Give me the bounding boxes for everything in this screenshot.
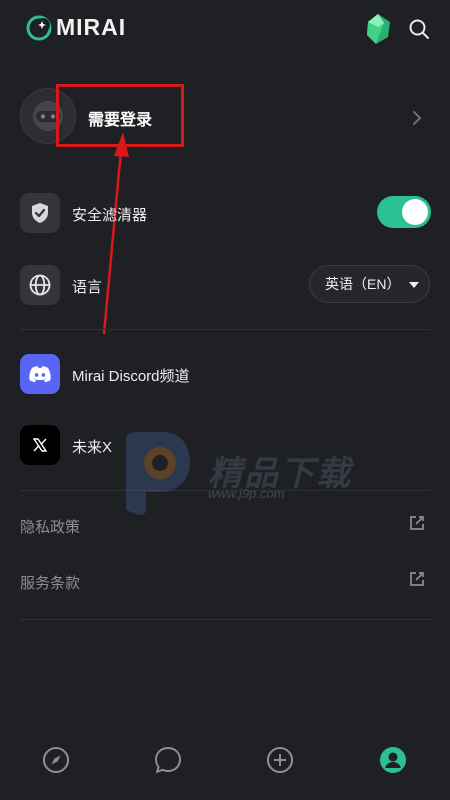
x-logo-icon [20, 425, 60, 465]
mirai-logo-icon [26, 15, 52, 40]
annotation-box [56, 84, 184, 147]
language-row: 语言 英语（EN） [0, 265, 450, 309]
external-link-icon[interactable] [408, 514, 426, 532]
shield-icon [20, 193, 60, 233]
chat-bubble-icon [155, 747, 181, 773]
safety-filter-label: 安全滤清器 [72, 207, 148, 224]
globe-icon [20, 265, 60, 305]
toggle-knob [402, 199, 428, 225]
terms-link[interactable]: 服务条款 [20, 572, 80, 593]
nav-chat[interactable] [152, 744, 184, 776]
safety-filter-row: 安全滤清器 [0, 193, 450, 237]
external-link-icon[interactable] [408, 570, 426, 588]
chevron-right-icon[interactable] [410, 108, 424, 128]
language-select[interactable]: 英语（EN） [309, 265, 430, 303]
caret-down-icon [409, 282, 419, 288]
app-logo[interactable]: MIRAI [26, 14, 126, 41]
language-label: 语言 [72, 279, 103, 296]
safety-filter-toggle[interactable] [377, 196, 431, 228]
language-selected-value: 英语（EN） [325, 276, 401, 292]
x-label: 未来X [72, 439, 113, 456]
app-name: MIRAI [56, 14, 127, 40]
discord-icon [20, 354, 60, 394]
terms-row[interactable]: 服务条款 [0, 568, 450, 598]
top-bar: MIRAI [0, 0, 450, 60]
search-icon[interactable] [408, 18, 430, 40]
bottom-nav [0, 736, 450, 786]
privacy-policy-row[interactable]: 隐私政策 [0, 512, 450, 542]
plus-circle-icon [267, 747, 293, 773]
compass-icon [43, 747, 69, 773]
discord-label: Mirai Discord频道 [72, 368, 190, 385]
watermark-url: www.j9p.com [208, 486, 285, 501]
nav-create[interactable] [264, 744, 296, 776]
privacy-policy-link[interactable]: 隐私政策 [20, 516, 80, 537]
nav-explore[interactable] [40, 744, 72, 776]
discord-row[interactable]: Mirai Discord频道 [0, 354, 450, 398]
nav-profile[interactable] [377, 744, 409, 776]
divider [20, 329, 430, 330]
gem-icon[interactable] [364, 13, 392, 45]
divider [20, 619, 430, 620]
profile-icon [380, 747, 406, 773]
